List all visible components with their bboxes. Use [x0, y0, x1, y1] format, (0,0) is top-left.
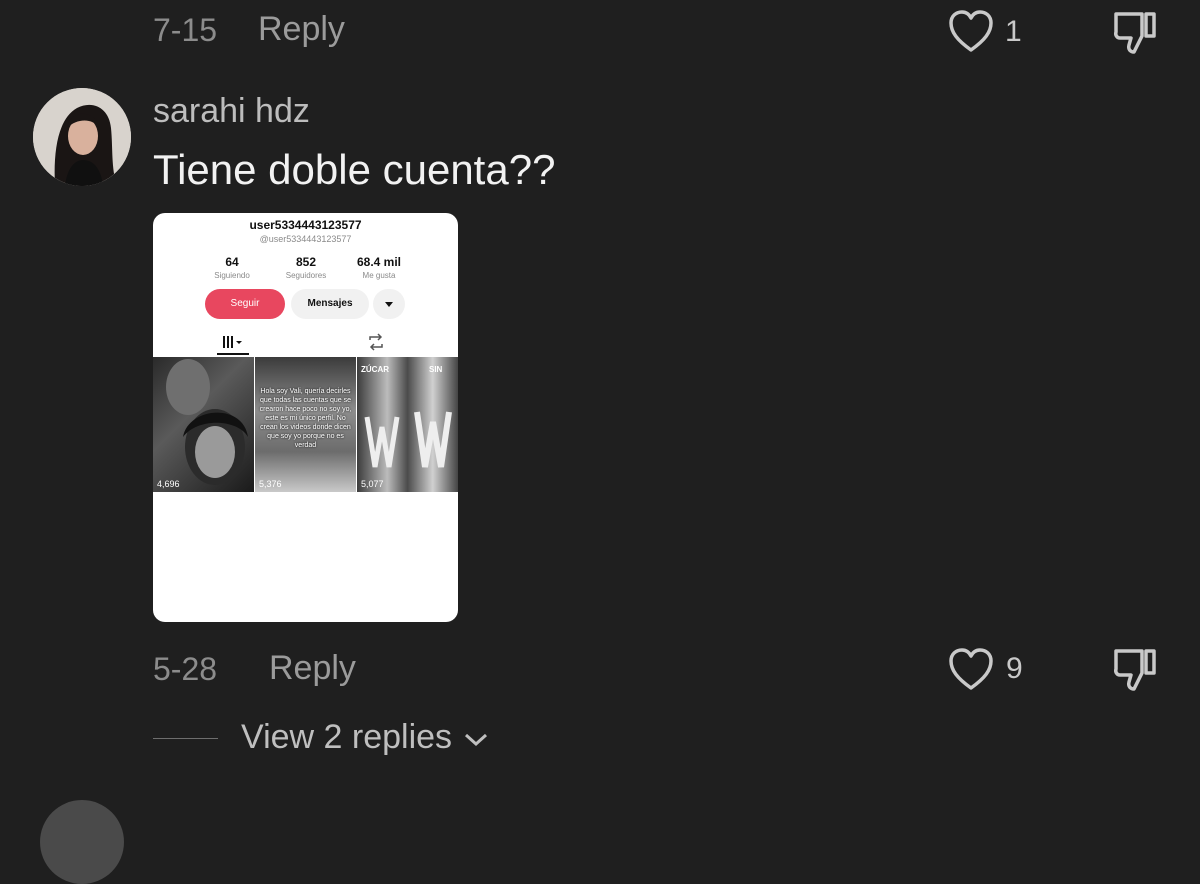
attached-screenshot[interactable]: user5334443123577 @user5334443123577 64 …	[153, 213, 458, 622]
reply-button[interactable]: Reply	[269, 649, 356, 688]
previous-reply-button[interactable]: Reply	[258, 10, 345, 49]
can-brand-text: SIN	[429, 365, 443, 374]
video-thumbnail: ZÚCAR SIN 5,077	[357, 357, 458, 492]
thumbs-down-icon[interactable]	[1110, 8, 1158, 56]
view-count: 4,696	[157, 479, 180, 489]
repost-tab-icon	[365, 331, 387, 353]
stat-likes: 68.4 mil Me gusta	[344, 255, 414, 280]
replies-divider	[153, 738, 218, 739]
view-replies-button[interactable]: View 2 replies	[241, 718, 490, 757]
previous-comment-date: 7-15	[153, 12, 218, 48]
chevron-down-icon	[464, 733, 487, 747]
stat-following: 64 Siguiendo	[197, 255, 267, 280]
avatar[interactable]	[33, 88, 131, 186]
active-tab-indicator	[217, 353, 249, 355]
stat-value: 852	[295, 255, 317, 269]
comment-date: 5-28	[153, 651, 218, 687]
stat-followers: 852 Seguidores	[271, 255, 341, 280]
view-count: 5,376	[259, 479, 282, 489]
video-thumbnail: Hola soy Vali, quería decirles que todas…	[255, 357, 356, 492]
stat-value: 68.4 mil	[356, 255, 402, 269]
caret-down-icon	[385, 302, 393, 307]
profile-name: user5334443123577	[249, 218, 362, 232]
message-button: Mensajes	[291, 289, 369, 319]
follow-button: Seguir	[205, 289, 285, 319]
like-count: 9	[1006, 652, 1023, 685]
can-brand-text: ZÚCAR	[361, 365, 389, 374]
stat-label: Siguiendo	[214, 271, 250, 280]
previous-like-count: 1	[1005, 15, 1022, 48]
comment-username[interactable]: sarahi hdz	[153, 92, 310, 131]
profile-handle: @user5334443123577	[259, 234, 352, 244]
view-count: 5,077	[361, 479, 384, 489]
video-thumbnail: 4,696	[153, 357, 254, 492]
view-replies-label: View 2 replies	[241, 718, 453, 756]
heart-icon[interactable]	[947, 8, 995, 54]
more-options-button	[373, 289, 405, 319]
stat-value: 64	[225, 255, 239, 269]
thumbs-down-icon[interactable]	[1110, 645, 1158, 693]
comment-text: Tiene doble cuenta??	[153, 146, 556, 193]
heart-icon[interactable]	[947, 646, 995, 692]
stat-label: Me gusta	[362, 271, 396, 280]
grid-tab-icon	[215, 331, 247, 353]
stat-label: Seguidores	[285, 271, 327, 280]
video-overlay-text: Hola soy Vali, quería decirles que todas…	[259, 388, 352, 449]
next-comment-avatar[interactable]	[40, 800, 124, 884]
